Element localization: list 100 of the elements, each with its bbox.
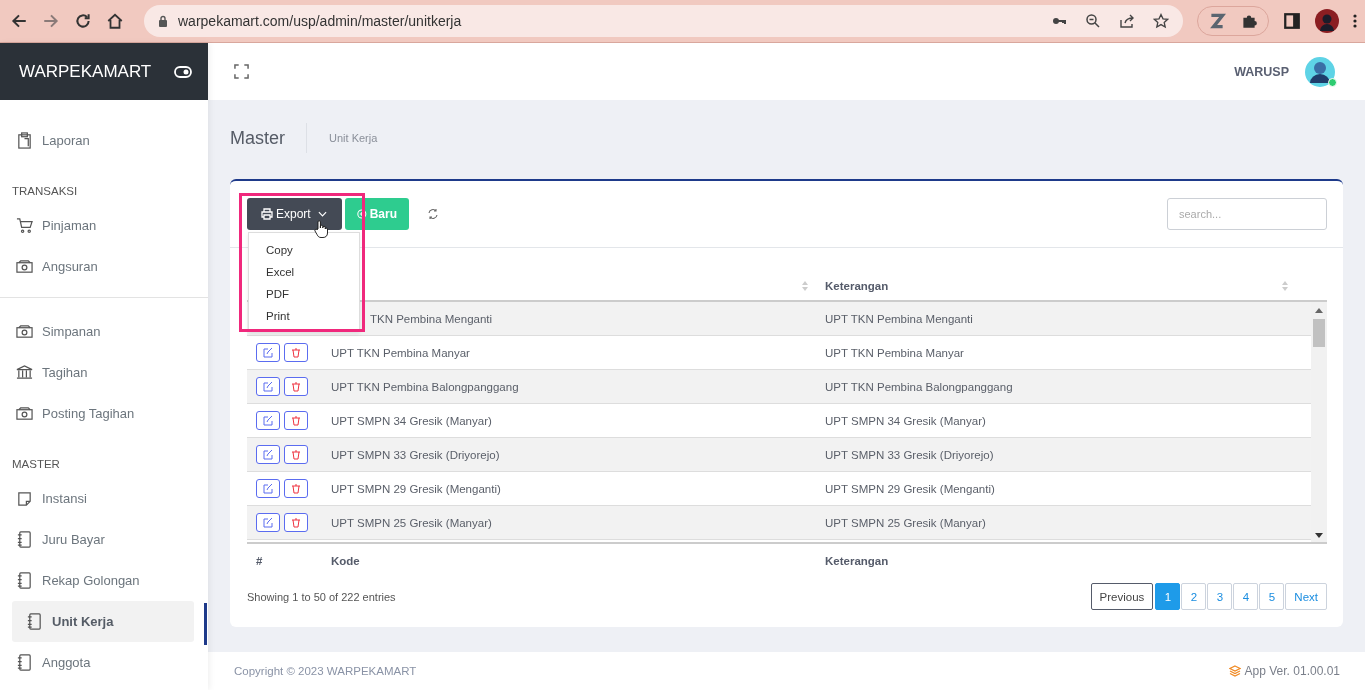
user-name[interactable]: WARUSP: [1234, 64, 1289, 79]
money-icon: [16, 405, 33, 422]
menu-item[interactable]: Copy: [249, 239, 359, 261]
lock-icon: [158, 15, 168, 27]
table-cell-text: UPT SMPN 33 Gresik (Driyorejo): [330, 448, 501, 461]
column-footer: #: [256, 554, 322, 567]
menu-item[interactable]: PDF: [249, 283, 359, 305]
notebook-icon: [16, 531, 33, 548]
sidebar-item[interactable]: Juru Bayar: [0, 519, 208, 560]
bank-icon: [16, 364, 33, 381]
reload-icon[interactable]: [74, 12, 92, 30]
table-cell-text: UPT TKN Pembina Menganti: [824, 312, 974, 325]
page-button[interactable]: 3: [1207, 583, 1233, 610]
zoom-out-icon[interactable]: [1085, 13, 1101, 29]
next-button[interactable]: Next: [1285, 583, 1327, 610]
edit-icon: [263, 517, 273, 528]
table-cell-text: UPT SMPN 25 Gresik (Manyar): [824, 516, 987, 529]
sidebar-item[interactable]: Pinjaman: [0, 205, 208, 246]
trash-icon: [291, 347, 301, 358]
edit-button[interactable]: [256, 513, 280, 532]
toggle-icon[interactable]: [174, 65, 192, 78]
menu-item[interactable]: Print: [249, 305, 359, 327]
edit-icon: [263, 347, 273, 358]
address-bar[interactable]: warpekamart.com/usp/admin/master/unitkerja: [144, 5, 1183, 37]
refresh-icon[interactable]: [427, 208, 439, 220]
sidebar-item[interactable]: Tagihan: [0, 352, 208, 393]
trash-icon: [291, 381, 301, 392]
back-icon[interactable]: [10, 12, 28, 30]
delete-button[interactable]: [284, 479, 308, 498]
notebook-icon: [16, 654, 33, 671]
caret-icon: [317, 211, 327, 217]
table-cell-text: UPT TKN Pembina Balongpanggang: [330, 380, 520, 393]
edit-button[interactable]: [256, 479, 280, 498]
trash-icon: [291, 449, 301, 460]
page-button[interactable]: 2: [1181, 583, 1207, 610]
sidebar-item[interactable]: Angsuran: [0, 246, 208, 287]
delete-button[interactable]: [284, 445, 308, 464]
table-cell-text: TKN Pembina Menganti: [369, 312, 494, 325]
side-panel-icon[interactable]: [1283, 12, 1301, 30]
scroll-up-icon[interactable]: [1315, 308, 1323, 313]
delete-button[interactable]: [284, 411, 308, 430]
scrollbar-track[interactable]: [1311, 302, 1327, 542]
previous-button[interactable]: Previous: [1090, 583, 1154, 610]
column-header[interactable]: Keterangan: [825, 280, 1281, 292]
layers-icon: [1228, 665, 1241, 677]
page-button[interactable]: 5: [1259, 583, 1285, 610]
sidebar-item[interactable]: Simpanan: [0, 311, 208, 352]
delete-button[interactable]: [284, 377, 308, 396]
sidebar-item[interactable]: Anggota: [0, 642, 208, 683]
edit-button[interactable]: [256, 377, 280, 396]
trash-icon: [291, 517, 301, 528]
column-footer: Keterangan: [825, 554, 1327, 567]
user-avatar[interactable]: [1305, 56, 1335, 87]
menu-icon[interactable]: [1353, 13, 1357, 29]
edit-button[interactable]: [256, 411, 280, 430]
fullscreen-icon[interactable]: [234, 64, 249, 79]
plus-circle-icon: [357, 208, 367, 220]
sidebar-item[interactable]: Instansi: [0, 478, 208, 519]
money-icon: [16, 258, 33, 275]
sidebar-item[interactable]: Posting Tagihan: [0, 393, 208, 434]
brand-name: WARPEKAMART: [19, 61, 153, 82]
trash-icon: [291, 483, 301, 494]
scroll-down-icon[interactable]: [1315, 533, 1323, 538]
sidebar-item[interactable]: Unit Kerja: [12, 601, 194, 642]
url-text: warpekamart.com/usp/admin/master/unitkerja: [178, 13, 462, 29]
star-icon[interactable]: [1153, 13, 1169, 29]
sidebar-item[interactable]: Rekap Golongan: [0, 560, 208, 601]
delete-button[interactable]: [284, 513, 308, 532]
copyright-text: Copyright © 2023 WARPEKAMART: [234, 665, 417, 677]
table-cell-text: UPT SMPN 25 Gresik (Manyar): [330, 516, 493, 529]
clipboard-icon: [16, 132, 33, 149]
section-heading: MASTER: [11, 457, 61, 472]
note-icon: [16, 490, 33, 507]
trash-icon: [291, 415, 301, 426]
table-cell-text: UPT SMPN 29 Gresik (Menganti): [330, 482, 502, 495]
home-icon[interactable]: [106, 12, 124, 30]
table-cell-text: UPT SMPN 33 Gresik (Driyorejo): [824, 448, 995, 461]
extension-icon[interactable]: [1208, 12, 1226, 30]
edit-icon: [263, 415, 273, 426]
table-cell-text: UPT TKN Pembina Balongpanggang: [824, 380, 1014, 393]
printer-icon: [261, 208, 273, 220]
search-field[interactable]: search...: [1167, 198, 1327, 230]
share-icon[interactable]: [1119, 13, 1135, 29]
column-footer: Kode: [331, 554, 815, 567]
edit-button[interactable]: [256, 343, 280, 362]
delete-button[interactable]: [284, 343, 308, 362]
menu-item[interactable]: Excel: [249, 261, 359, 283]
breadcrumb[interactable]: Unit Kerja: [329, 132, 378, 144]
page-button[interactable]: 1: [1155, 583, 1181, 610]
edit-button[interactable]: [256, 445, 280, 464]
money-icon: [16, 323, 33, 340]
sidebar-item[interactable]: Laporan: [0, 120, 208, 161]
forward-icon[interactable]: [42, 12, 60, 30]
page-button[interactable]: 4: [1233, 583, 1259, 610]
table-cell-text: UPT SMPN 34 Gresik (Manyar): [330, 414, 493, 427]
export-button[interactable]: Export: [247, 198, 342, 230]
scroll-thumb[interactable]: [1313, 319, 1325, 347]
table-cell-text: UPT SMPN 29 Gresik (Menganti): [824, 482, 996, 495]
profile-avatar[interactable]: [1315, 9, 1339, 33]
page-title: Master: [230, 127, 285, 149]
